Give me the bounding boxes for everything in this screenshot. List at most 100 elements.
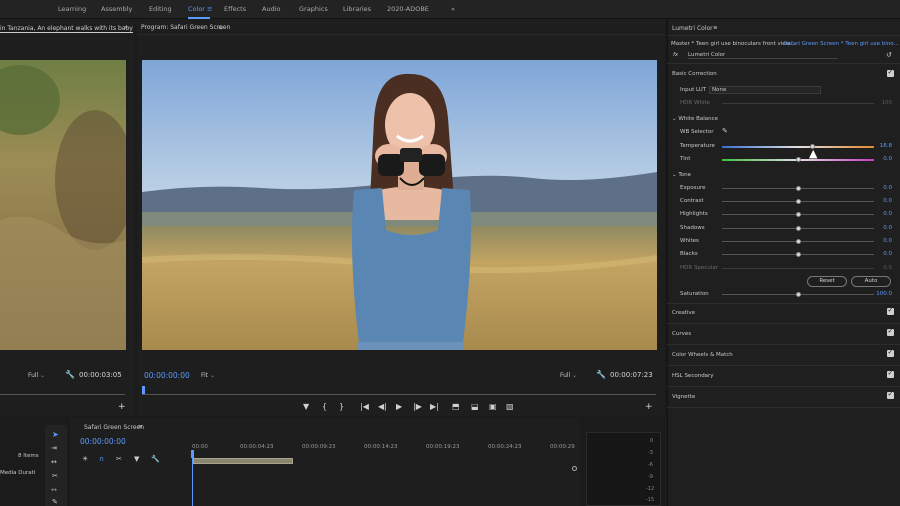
curves-header[interactable]: Curves [672,331,691,337]
timeline-tab-menu-icon[interactable]: ≡ [138,424,143,430]
step-forward-icon[interactable]: |▶ [413,402,422,411]
workspace-effects[interactable]: Effects [224,5,246,13]
master-clip-tab[interactable]: Master * Teen girl use binoculars front … [671,41,795,47]
program-tab[interactable]: Program: Safari Green Screen [141,24,230,31]
source-overflow-icon[interactable]: » [124,24,128,31]
lift-icon[interactable]: ⬒ [452,402,460,411]
program-fit-dropdown[interactable]: Fit [201,372,215,379]
pen-tool-icon[interactable]: ✎ [52,498,58,506]
program-resolution-dropdown[interactable]: Full [560,372,577,379]
project-media-duration-column[interactable]: Media Durati [0,470,35,476]
source-wrench-icon[interactable]: 🔧 [65,370,75,379]
creative-header[interactable]: Creative [672,310,695,316]
timeline-tab[interactable]: Safari Green Screen [84,424,144,431]
vignette-header[interactable]: Vignette [672,394,695,400]
blacks-value[interactable]: 0.0 [883,251,892,257]
program-add-icon[interactable]: + [645,402,653,412]
effect-selector-dropdown[interactable]: Lumetri Color [688,52,838,59]
ripple-edit-tool-icon[interactable]: ↔ [51,458,57,466]
meter-scale-label: -15 [646,497,655,503]
white-balance-toggle[interactable]: ⌄ White Balance [672,116,718,122]
eyedropper-icon[interactable]: ✎ [722,127,728,135]
workspace-graphics[interactable]: Graphics [299,5,328,13]
timeline-timecode[interactable]: 00:00:00:00 [80,437,126,446]
color-wheels-checkbox[interactable] [887,348,894,357]
contrast-slider-knob[interactable] [796,199,801,204]
temperature-value[interactable]: 18.8 [880,143,892,149]
input-lut-dropdown[interactable]: None [709,86,821,94]
add-marker-icon[interactable]: ▼ [303,402,309,411]
workspace-libraries[interactable]: Libraries [343,5,371,13]
workspace-menu-icon[interactable]: ≡ [207,5,212,13]
hsl-secondary-checkbox[interactable] [887,369,894,378]
workspace-audio[interactable]: Audio [262,5,280,13]
curves-checkbox[interactable] [887,327,894,336]
blacks-slider-knob[interactable] [796,252,801,257]
basic-correction-header[interactable]: Basic Correction [672,71,717,77]
mark-in-icon[interactable]: { [322,402,327,411]
compare-view-icon[interactable]: ▧ [506,402,514,411]
play-icon[interactable]: ▶ [396,402,402,411]
program-tab-menu-icon[interactable]: ≡ [218,24,223,31]
saturation-slider-knob[interactable] [796,292,801,297]
shadows-slider-knob[interactable] [796,226,801,231]
tint-value[interactable]: 0.0 [883,156,892,162]
timeline-scroll-handle[interactable] [572,466,577,471]
nest-sequence-icon[interactable]: ☀ [82,455,88,463]
basic-correction-checkbox[interactable] [887,68,894,77]
program-playhead[interactable] [142,386,145,394]
source-scrub-bar[interactable] [0,394,125,395]
reset-button[interactable]: Reset [807,276,847,287]
razor-tool-icon[interactable]: ✂ [52,472,58,480]
snap-icon[interactable]: ∩ [99,455,104,463]
whites-value[interactable]: 0.0 [883,238,892,244]
mark-out-icon[interactable]: } [339,402,344,411]
source-zoom-dropdown[interactable]: Full [28,372,45,379]
creative-checkbox[interactable] [887,306,894,315]
vignette-checkbox[interactable] [887,390,894,399]
go-to-in-icon[interactable]: |◀ [360,402,369,411]
workspace-2020-adobe[interactable]: 2020-ADOBE [387,5,429,13]
program-current-timecode[interactable]: 00:00:00:00 [144,371,190,380]
saturation-value[interactable]: 100.0 [876,291,892,297]
step-back-icon[interactable]: ◀| [378,402,387,411]
extract-icon[interactable]: ⬓ [471,402,479,411]
track-select-tool-icon[interactable]: ⇥ [51,444,57,452]
temperature-slider-track[interactable] [722,146,874,148]
add-marker-timeline-icon[interactable]: ▼ [134,455,139,463]
timeline-clip[interactable] [193,458,293,464]
auto-button[interactable]: Auto [851,276,891,287]
lumetri-tab-menu-icon[interactable]: ≡ [713,25,718,31]
source-add-icon[interactable]: + [118,402,126,412]
workspace-assembly[interactable]: Assembly [101,5,132,13]
workspace-learning[interactable]: Learning [58,5,86,13]
workspace-editing[interactable]: Editing [149,5,172,13]
hdr-specular-value: 0.0 [883,265,892,271]
reset-effect-icon[interactable]: ↺ [886,51,892,59]
section-divider [667,323,900,324]
timeline-settings-wrench-icon[interactable]: 🔧 [151,455,160,463]
exposure-slider-knob[interactable] [796,186,801,191]
exposure-value[interactable]: 0.0 [883,185,892,191]
program-scrub-bar[interactable] [142,394,656,395]
shadows-value[interactable]: 0.0 [883,225,892,231]
linked-selection-icon[interactable]: ✂ [116,455,122,463]
lumetri-tab[interactable]: Lumetri Color [672,25,713,32]
hsl-secondary-header[interactable]: HSL Secondary [672,373,714,379]
tone-toggle[interactable]: ⌄ Tone [672,172,691,178]
workspace-overflow-icon[interactable]: » [451,5,455,13]
highlights-slider-knob[interactable] [796,212,801,217]
tint-slider-knob[interactable] [796,157,801,162]
color-wheels-header[interactable]: Color Wheels & Match [672,352,733,358]
whites-slider-knob[interactable] [796,239,801,244]
highlights-value[interactable]: 0.0 [883,211,892,217]
go-to-out-icon[interactable]: ▶| [430,402,439,411]
selection-tool-icon[interactable]: ➤ [52,430,59,439]
source-tab[interactable]: in Tanzania, An elephant walks with its … [0,25,133,33]
program-settings-wrench-icon[interactable]: 🔧 [596,370,606,379]
contrast-value[interactable]: 0.0 [883,198,892,204]
workspace-color[interactable]: Color [188,5,205,13]
sequence-clip-tab[interactable]: Safari Green Screen * Teen girl use bino… [784,41,899,47]
export-frame-icon[interactable]: ▣ [489,402,497,411]
slip-tool-icon[interactable]: ⇿ [51,486,57,494]
